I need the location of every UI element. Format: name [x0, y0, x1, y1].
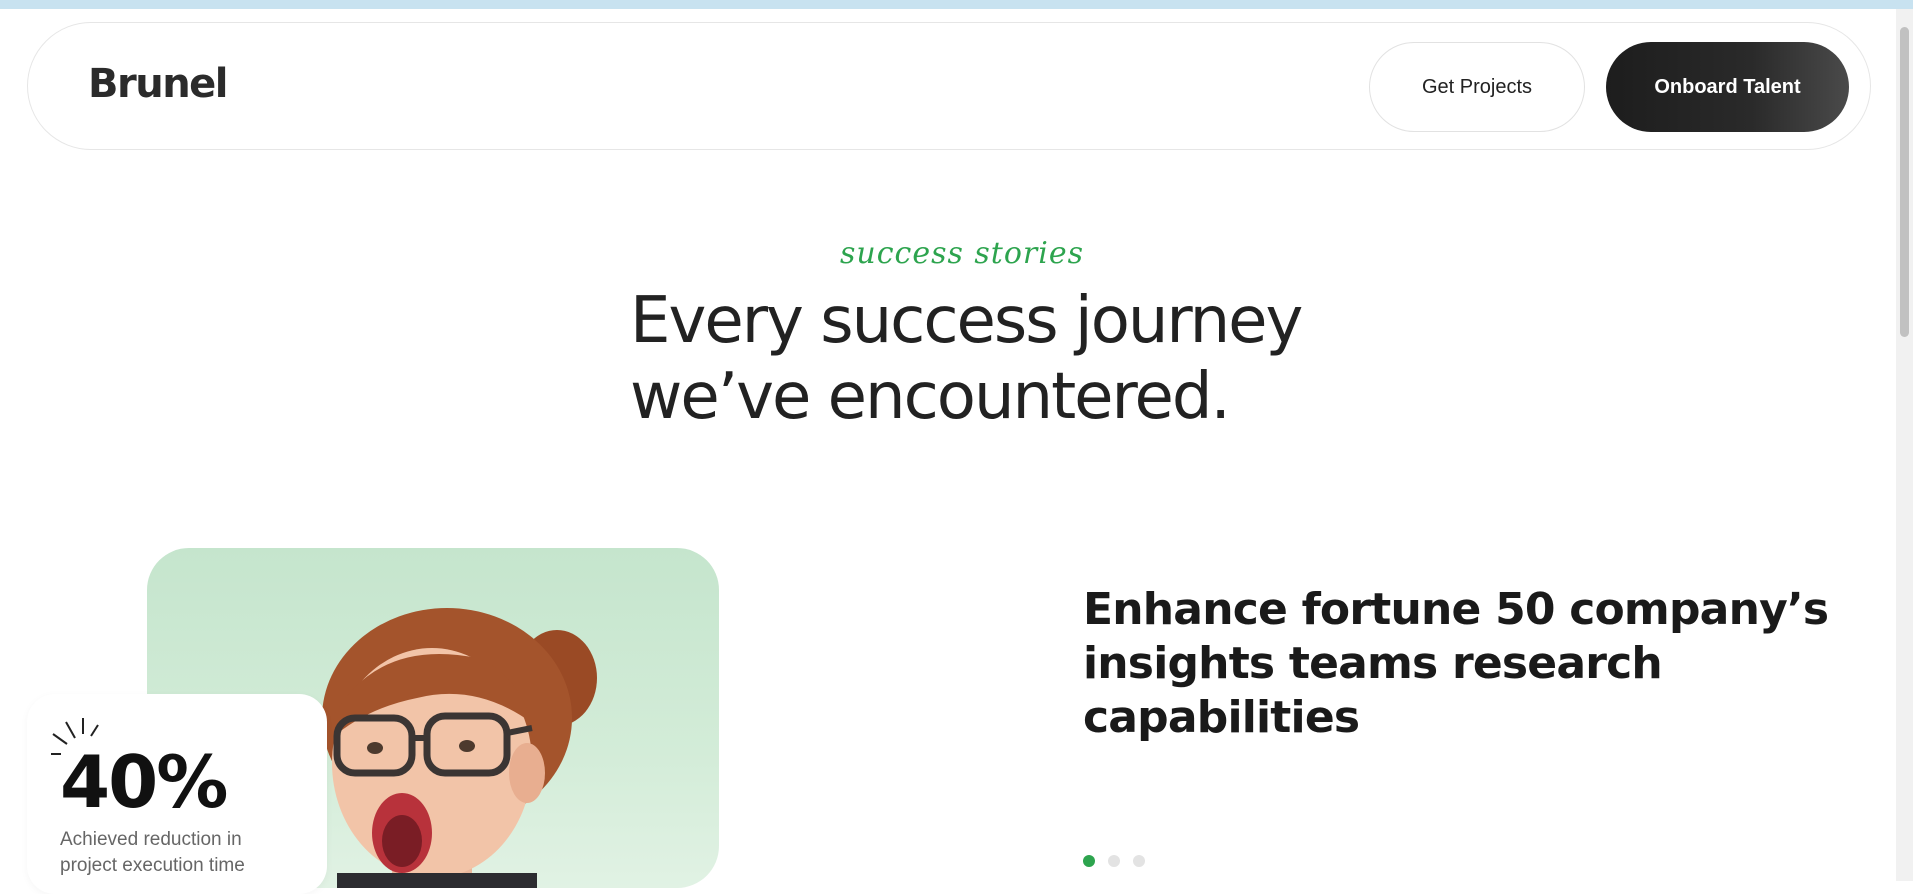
headline-line-1: Every success journey: [630, 284, 1303, 358]
scrollbar-thumb[interactable]: [1900, 27, 1909, 337]
stat-description-line-1: Achieved reduction in: [60, 829, 242, 850]
headline-line-2: we’ve encountered.: [630, 360, 1231, 434]
story-title-line-2: insights teams research: [1083, 638, 1663, 689]
stat-description-line-2: project execution time: [60, 855, 245, 876]
top-navbar: Brunel Get Projects Onboard Talent: [27, 22, 1871, 150]
carousel-pagination: [1083, 855, 1145, 867]
stat-card: 40% Achieved reduction in project execut…: [27, 694, 327, 894]
stat-description: Achieved reduction in project execution …: [60, 827, 300, 879]
carousel-dot-1[interactable]: [1083, 855, 1095, 867]
get-projects-button[interactable]: Get Projects: [1369, 42, 1585, 132]
carousel-dot-3[interactable]: [1133, 855, 1145, 867]
story-title: Enhance fortune 50 company’s insights te…: [1083, 583, 1829, 745]
carousel-dot-2[interactable]: [1108, 855, 1120, 867]
scrollbar[interactable]: [1896, 9, 1913, 881]
section-headline: Every success journey we’ve encountered.: [630, 283, 1390, 435]
stat-value: 40%: [60, 740, 228, 824]
story-title-line-1: Enhance fortune 50 company’s: [1083, 584, 1829, 635]
section-eyebrow: success stories: [840, 236, 1084, 271]
onboard-talent-button[interactable]: Onboard Talent: [1606, 42, 1849, 132]
story-title-line-3: capabilities: [1083, 692, 1360, 743]
brunel-logo[interactable]: Brunel: [88, 61, 229, 107]
browser-top-strip: [0, 0, 1913, 9]
